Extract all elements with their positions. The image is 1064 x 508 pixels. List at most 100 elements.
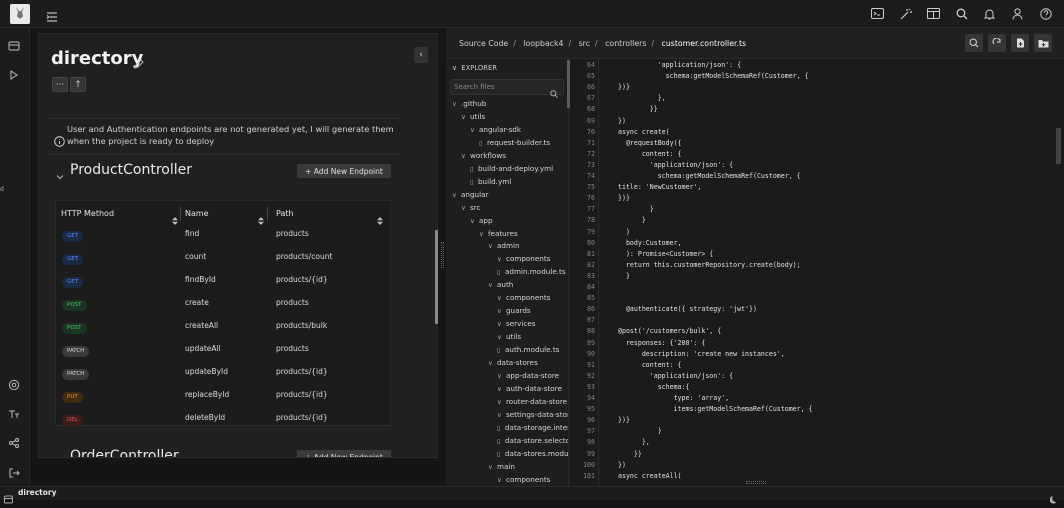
share-icon[interactable] [8, 434, 22, 448]
bell-icon[interactable] [981, 5, 998, 22]
search-icon[interactable] [953, 5, 970, 22]
chevron-right-icon[interactable] [55, 453, 65, 457]
tree-folder[interactable]: ∨ components [497, 473, 550, 486]
add-endpoint-button[interactable]: + Add New Endpoint [297, 164, 391, 178]
chevron-down-icon[interactable] [55, 167, 65, 180]
line-number: 100 [583, 460, 595, 469]
pencil-icon[interactable] [134, 54, 144, 69]
code-area[interactable]: 64 'application/json': {65 schema:getMod… [570, 59, 1064, 486]
tree-folder[interactable]: ∨ main [488, 460, 515, 473]
tree-folder[interactable]: ∨ data-stores [488, 356, 538, 369]
settings-icon[interactable] [8, 376, 22, 391]
column-header-method[interactable]: HTTP Method [61, 209, 114, 218]
breadcrumb-item[interactable]: Source Code [459, 39, 508, 48]
tree-folder[interactable]: ∨ utils [497, 330, 521, 343]
search-icon[interactable] [550, 83, 558, 98]
tree-folder[interactable]: ∨ .github [452, 97, 486, 110]
tree-folder[interactable]: ∨ src [461, 201, 481, 214]
tree-folder[interactable]: ∨ auth-data-store [497, 382, 562, 395]
tree-folder[interactable]: ∨ router-data-store [497, 395, 567, 408]
tree-label: components [506, 293, 551, 303]
line-number: 70 [587, 127, 595, 136]
user-icon[interactable] [1009, 5, 1026, 22]
tree-folder[interactable]: ∨ services [497, 317, 536, 330]
tree-label: angular [461, 189, 489, 199]
scrollbar[interactable] [435, 230, 438, 324]
sort-icon[interactable] [377, 210, 383, 225]
breadcrumb-item[interactable]: controllers [605, 39, 646, 48]
tree-folder[interactable]: ∨ workflows [461, 149, 506, 162]
tree-folder[interactable]: ∨ components [497, 291, 550, 304]
table-row[interactable]: DEL deleteById products/{id} [56, 408, 390, 431]
terminal-icon[interactable] [869, 5, 886, 22]
status-project-name[interactable]: directory [18, 488, 57, 497]
column-header-name[interactable]: Name [185, 209, 209, 218]
tree-file[interactable]: ▯data-storage.interfac [497, 421, 568, 434]
tree-folder[interactable]: ∨ features [479, 227, 518, 240]
add-endpoint-button[interactable]: + Add New Endpoint [297, 450, 391, 457]
refresh-icon[interactable] [988, 34, 1006, 52]
resize-handle[interactable] [746, 481, 766, 484]
play-icon[interactable] [8, 66, 22, 80]
search-input[interactable] [454, 81, 546, 93]
search-icon[interactable] [965, 34, 983, 52]
theme-icon[interactable] [1049, 489, 1058, 504]
tree-folder[interactable]: ∨ auth [488, 278, 513, 291]
table-row[interactable]: PATCH updateById products/{id} [56, 362, 390, 385]
chevron-down-icon: ∨ [461, 112, 466, 121]
table-row[interactable]: PUT replaceById products/{id} [56, 385, 390, 408]
code-line: ): Promise<Customer> { [618, 249, 714, 258]
tree-folder[interactable]: ∨ app [470, 214, 493, 227]
table-row[interactable]: GET findById products/{id} [56, 270, 390, 293]
up-button[interactable]: ↑ [70, 77, 86, 92]
code-line: 'application/json': { [618, 160, 734, 169]
collapse-panel-button[interactable]: ‹ [414, 47, 428, 63]
database-icon[interactable] [8, 37, 22, 51]
section-title-product-controller[interactable]: ProductController [70, 162, 192, 178]
tree-file[interactable]: ▯data-stores.module.t [497, 447, 568, 460]
table-row[interactable]: GET find products [56, 224, 390, 247]
tree-folder[interactable]: ∨ angular-sdk [470, 123, 521, 136]
help-icon[interactable] [1037, 5, 1054, 22]
tree-file[interactable]: ▯ request-builder.ts [479, 136, 550, 149]
app-logo-icon[interactable] [10, 4, 30, 24]
breadcrumb-item[interactable]: loopback4 [523, 39, 563, 48]
menu-toggle-icon[interactable] [46, 8, 58, 22]
breadcrumb-item[interactable]: src [579, 39, 590, 48]
code-line: }, [618, 438, 650, 447]
tree-folder[interactable]: ∨ admin [488, 239, 520, 252]
column-header-path[interactable]: Path [276, 209, 294, 218]
magic-wand-icon[interactable] [897, 5, 914, 22]
tree-folder[interactable]: ∨ components [497, 252, 550, 265]
sort-icon[interactable] [172, 210, 178, 225]
tree-file[interactable]: ▯data-store.selectors. [497, 434, 568, 447]
explorer-title[interactable]: ∨ EXPLORER [452, 64, 497, 72]
resize-handle[interactable] [441, 242, 444, 268]
code-line: 'application/json': { [618, 371, 734, 380]
scrollbar[interactable] [1056, 128, 1061, 164]
tree-folder[interactable]: ∨ guards [497, 304, 531, 317]
tree-folder[interactable]: ∨ angular [452, 188, 488, 201]
table-row[interactable]: POST create products [56, 293, 390, 316]
text-size-icon[interactable] [8, 405, 22, 419]
section-title-order-controller[interactable]: OrderController [70, 448, 179, 457]
sort-icon[interactable] [258, 210, 264, 225]
tree-file[interactable]: ▯ auth.module.ts [497, 343, 559, 356]
line-number: 71 [587, 138, 595, 147]
more-button[interactable]: ··· [52, 77, 68, 92]
table-row[interactable]: POST createAll products/bulk [56, 316, 390, 339]
tree-folder[interactable]: ∨ utils [461, 110, 485, 123]
tree-file[interactable]: ▯ build-and-deploy.yml [470, 162, 553, 175]
tree-file[interactable]: ▯ build.yml [470, 175, 511, 188]
layout-icon[interactable] [925, 5, 942, 22]
chevron-down-icon: ∨ [488, 359, 493, 367]
table-row[interactable]: PATCH updateAll products [56, 339, 390, 362]
tree-label: admin [497, 241, 520, 251]
new-folder-icon[interactable] [1034, 34, 1052, 52]
tree-folder[interactable]: ∨ settings-data-store [497, 408, 568, 421]
tree-folder[interactable]: ∨ app-data-store [497, 369, 559, 382]
new-file-icon[interactable] [1011, 34, 1029, 52]
tree-file[interactable]: ▯ admin.module.ts [497, 265, 566, 278]
logout-icon[interactable] [8, 464, 22, 478]
table-row[interactable]: GET count products/count [56, 247, 390, 270]
